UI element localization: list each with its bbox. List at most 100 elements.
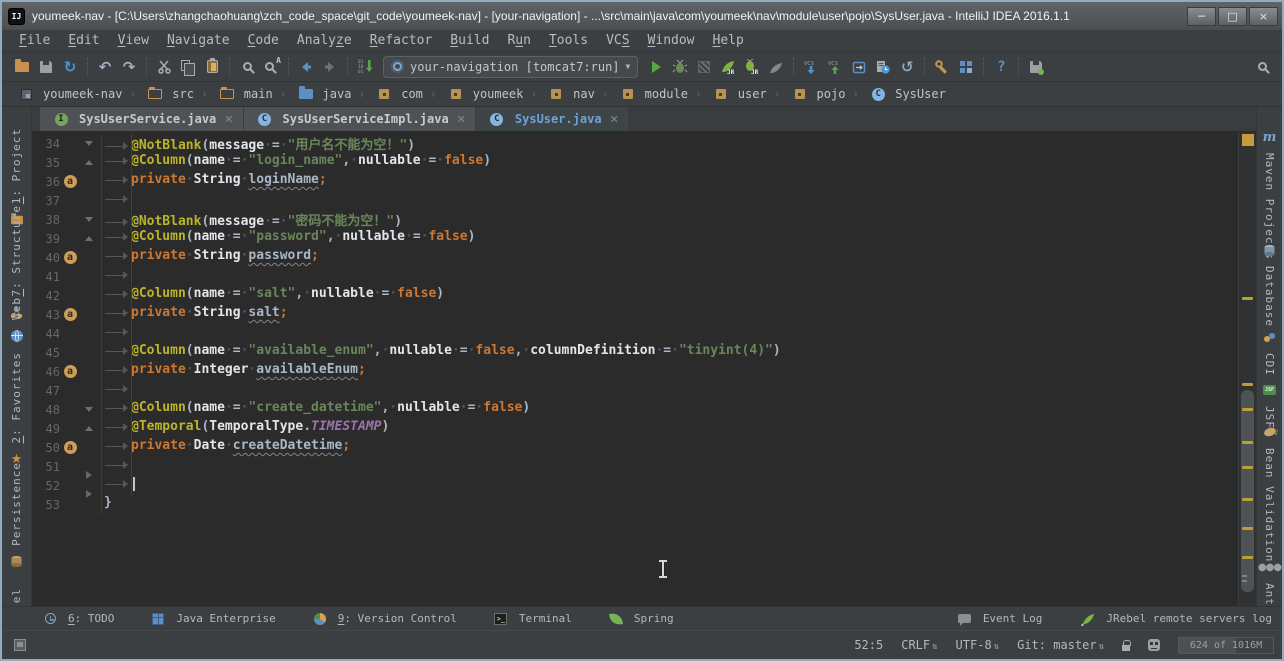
toolwindow-button-persistence[interactable]: Persistence [2,462,31,574]
menu-code[interactable]: Code [239,33,288,48]
project-structure-icon[interactable] [954,55,978,79]
code-text[interactable]: @Temporal(TemporalType.TIMESTAMP) [102,419,1238,438]
open-icon[interactable] [10,55,34,79]
toolwindow-button-jrebel-remote-servers-log[interactable]: JRebel remote servers log [1076,607,1272,631]
code-text[interactable]: @Column(name·=·"login_name",·nullable·=·… [102,153,1238,172]
sync-icon[interactable]: ↻ [58,55,82,79]
error-stripe-scrollbar[interactable] [1238,132,1256,606]
code-text[interactable] [102,476,1238,495]
replace-icon[interactable]: A [259,55,283,79]
menu-navigate[interactable]: Navigate [158,33,239,48]
breadcrumb-item-user[interactable]: user [707,82,769,106]
code-text[interactable]: @Column(name·=·"password",·nullable·=·fa… [102,229,1238,248]
tab-sysuserservice-java[interactable]: ISysUserService.java✕ [40,107,244,131]
vcs-commit-icon[interactable]: VCS [823,55,847,79]
toolwindow-button-event-log[interactable]: Event Log [953,607,1043,631]
breadcrumb-item-java[interactable]: java [292,82,354,106]
vcs-shelve-icon[interactable] [847,55,871,79]
jpa-attribute-icon[interactable]: a [64,308,77,321]
gutter-arrow-icon[interactable] [86,471,92,479]
close-tab-icon[interactable]: ✕ [457,113,466,126]
warning-stripe-mark[interactable] [1242,297,1253,300]
code-text[interactable]: @NotBlank(message·=·"用户名不能为空！") [102,134,1238,153]
menu-refactor[interactable]: Refactor [361,33,442,48]
toolwindow-button-terminal[interactable]: >_Terminal [489,607,572,631]
code-text[interactable]: private·String·salt; [102,305,1238,324]
debug-icon[interactable] [668,55,692,79]
jpa-attribute-icon[interactable]: a [64,365,77,378]
code-text[interactable]: @Column(name·=·"available_enum",·nullabl… [102,343,1238,362]
tab-sysuser-java[interactable]: CSysUser.java✕ [476,107,629,131]
fold-region-start-icon[interactable] [85,217,93,222]
find-icon[interactable] [235,55,259,79]
readonly-lock-icon[interactable] [1122,645,1130,651]
cut-icon[interactable] [152,55,176,79]
warning-stripe-mark[interactable] [1242,466,1253,469]
warning-stripe-mark[interactable] [1242,498,1253,501]
menu-help[interactable]: Help [704,33,753,48]
hector-inspections-icon[interactable] [1148,639,1160,651]
code-area[interactable]: 34@NotBlank(message·=·"用户名不能为空！")35@Colu… [32,132,1238,606]
menu-view[interactable]: View [109,33,158,48]
vcs-branch-widget[interactable]: Git: master⇅ [1017,638,1104,652]
code-text[interactable] [102,457,1238,476]
breadcrumb-item-pojo[interactable]: pojo [786,82,848,106]
menu-analyze[interactable]: Analyze [288,33,361,48]
menu-window[interactable]: Window [639,33,704,48]
encoding-widget[interactable]: UTF-8⇅ [956,638,1000,652]
breadcrumb-item-sysuser[interactable]: CSysUser [864,82,948,106]
fold-region-start-icon[interactable] [85,407,93,412]
toolwindow-button-spring[interactable]: Spring [604,607,674,631]
help-icon[interactable]: ? [989,55,1013,79]
code-text[interactable]: @NotBlank(message·=·"密码不能为空！") [102,210,1238,229]
breadcrumb-item-nav[interactable]: nav [542,82,597,106]
close-tab-icon[interactable]: ✕ [610,113,619,126]
code-text[interactable] [102,191,1238,210]
jpa-attribute-icon[interactable]: a [64,441,77,454]
editor[interactable]: 34@NotBlank(message·=·"用户名不能为空！")35@Colu… [32,132,1256,606]
tab-sysuserserviceimpl-java[interactable]: CSysUserServiceImpl.java✕ [244,107,476,131]
error-stripe-status-square[interactable] [1242,134,1254,146]
breadcrumb-item-main[interactable]: main [213,82,275,106]
fold-region-end-icon[interactable] [85,160,93,165]
nav-forward-icon[interactable] [318,55,342,79]
jrebel-sync-icon[interactable] [1024,55,1048,79]
coverage-icon[interactable] [692,55,716,79]
code-text[interactable]: private·Date·createDatetime; [102,438,1238,457]
undo-icon[interactable]: ↶ [93,55,117,79]
redo-icon[interactable]: ↷ [117,55,141,79]
breadcrumb-item-module[interactable]: module [614,82,690,106]
menu-vcs[interactable]: VCS [597,33,638,48]
breadcrumb-item-youmeek[interactable]: youmeek [442,82,526,106]
nav-back-icon[interactable] [294,55,318,79]
close-tab-icon[interactable]: ✕ [224,113,233,126]
warning-stripe-mark[interactable] [1242,556,1253,559]
warning-stripe-mark[interactable] [1242,527,1253,530]
local-history-icon[interactable] [871,55,895,79]
jpa-attribute-icon[interactable]: a [64,175,77,188]
toolwindow-button-9-version-control[interactable]: 9: Version Control [308,607,457,631]
gutter-arrow-icon[interactable] [86,490,92,498]
run-jrebel-icon[interactable]: JR [716,55,740,79]
toolwindow-button-cdi[interactable]: CDI [1257,325,1282,376]
code-text[interactable] [102,267,1238,286]
rollback-icon[interactable]: ↺ [895,55,919,79]
menu-file[interactable]: File [10,33,59,48]
code-text[interactable]: private·String·loginName; [102,172,1238,191]
search-everywhere-icon[interactable] [1250,55,1274,79]
fold-region-end-icon[interactable] [85,426,93,431]
toolwindow-button-java-enterprise[interactable]: Java Enterprise [146,607,275,631]
toolwindow-toggle-icon[interactable] [14,639,26,651]
paste-icon[interactable] [200,55,224,79]
compile-changed-icon[interactable]: 011001 [353,55,377,79]
fold-region-start-icon[interactable] [85,141,93,146]
jrebel-remote-icon[interactable] [764,55,788,79]
warning-stripe-mark[interactable] [1242,408,1253,411]
copy-icon[interactable] [176,55,200,79]
settings-wrench-icon[interactable] [930,55,954,79]
warning-stripe-mark[interactable] [1242,383,1253,386]
code-text[interactable]: @Column(name·=·"salt",·nullable·=·false) [102,286,1238,305]
jpa-attribute-icon[interactable]: a [64,251,77,264]
menu-edit[interactable]: Edit [59,33,108,48]
toolwindow-button-web[interactable]: Web [2,297,31,348]
